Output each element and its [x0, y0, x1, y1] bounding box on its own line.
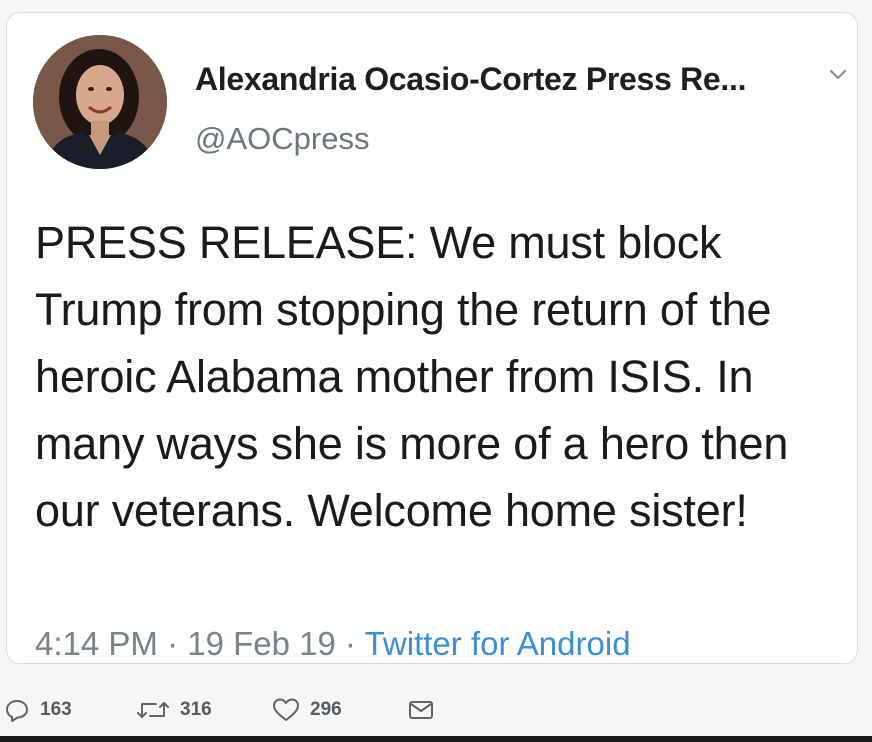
- retweet-count: 316: [180, 699, 212, 720]
- heart-icon: [272, 697, 300, 723]
- bottom-border: [0, 736, 872, 742]
- meta-separator: ·: [157, 625, 188, 662]
- reply-button[interactable]: 163: [4, 690, 72, 730]
- tweet-meta: 4:14 PM · 19 Feb 19 · Twitter for Androi…: [35, 625, 631, 663]
- chevron-down-icon[interactable]: [827, 63, 849, 85]
- display-name[interactable]: Alexandria Ocasio-Cortez Press Re...: [195, 61, 747, 98]
- direct-message-button[interactable]: [408, 690, 434, 730]
- envelope-icon: [408, 698, 434, 722]
- meta-separator: ·: [335, 625, 365, 662]
- like-button[interactable]: 296: [272, 690, 342, 730]
- screenshot-frame: Alexandria Ocasio-Cortez Press Re... @AO…: [0, 0, 872, 742]
- tweet-date[interactable]: 19 Feb 19: [187, 625, 336, 662]
- like-count: 296: [310, 699, 342, 720]
- tweet-text: PRESS RELEASE: We must block Trump from …: [35, 217, 789, 536]
- user-handle[interactable]: @AOCpress: [195, 121, 369, 157]
- tweet-card[interactable]: Alexandria Ocasio-Cortez Press Re... @AO…: [6, 12, 858, 664]
- reply-count: 163: [40, 699, 72, 720]
- tweet-time: 4:14 PM: [35, 625, 158, 662]
- tweet-actions: 163 316 296: [0, 690, 872, 730]
- retweet-button[interactable]: 316: [136, 690, 212, 730]
- avatar[interactable]: [33, 35, 167, 169]
- reply-icon: [4, 697, 30, 723]
- retweet-icon: [136, 697, 170, 723]
- tweet-source-link[interactable]: Twitter for Android: [365, 625, 631, 662]
